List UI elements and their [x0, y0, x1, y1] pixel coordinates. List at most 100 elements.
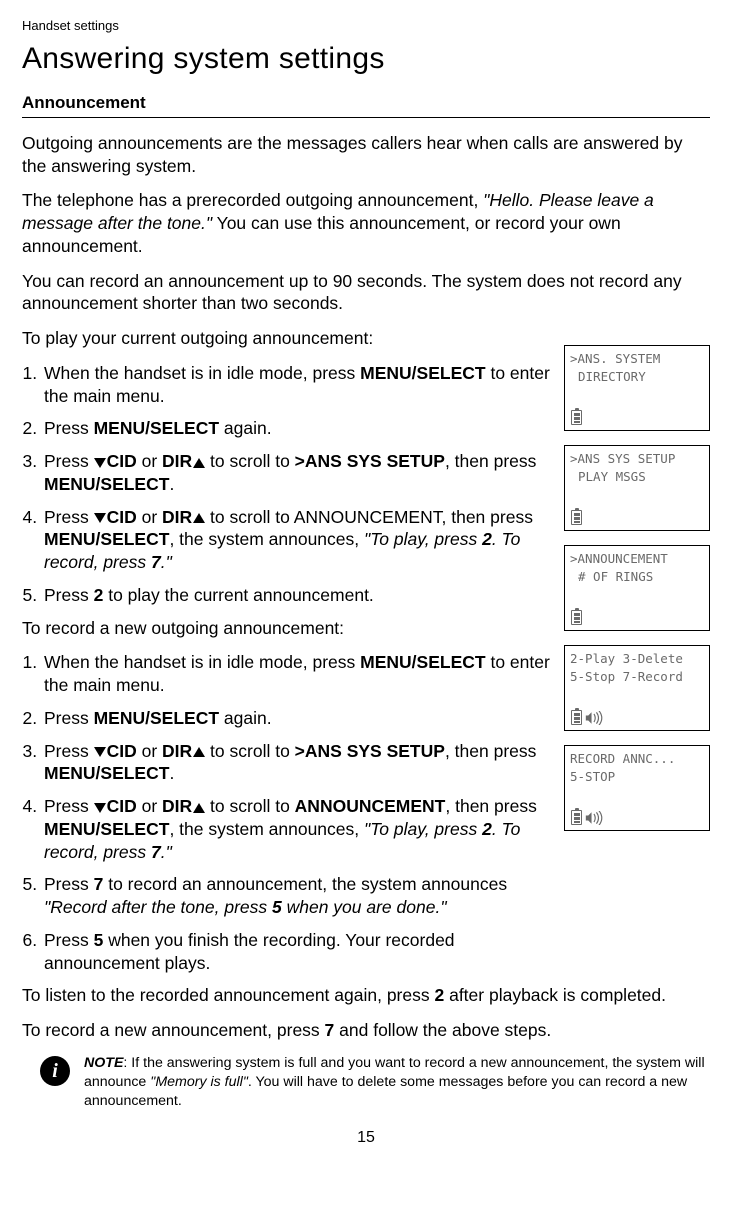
page-title: Answering system settings [22, 39, 710, 78]
menu-label: MENU [94, 708, 146, 728]
select-label: /SELECT [96, 819, 170, 839]
menu-target: ANNOUNCEMENT [295, 796, 446, 816]
select-label: SELECT [417, 363, 486, 383]
cid-label: CID [107, 796, 137, 816]
lcd-screen: RECORD ANNC...5-STOP [564, 745, 710, 831]
text: When the handset is in idle mode, press [44, 652, 360, 672]
battery-icon [571, 710, 582, 725]
text: Press [44, 741, 94, 761]
select-label: /SELECT [96, 529, 170, 549]
menu-label: MENU [44, 763, 96, 783]
lcd-line-2: 5-Stop 7-Record [570, 668, 704, 686]
key-2: 2 [94, 585, 104, 605]
info-icon: i [40, 1056, 70, 1086]
text: again. [219, 418, 272, 438]
list-item: Press CID or DIR to scroll to >ANS SYS S… [42, 450, 567, 496]
intro-para-1: Outgoing announcements are the messages … [22, 132, 710, 178]
lcd-line-2: DIRECTORY [578, 368, 704, 386]
system-prompt: "Record after the tone, press 5 when you… [44, 897, 447, 917]
select-label: /SELECT [96, 474, 170, 494]
menu-label: MENU/ [360, 652, 416, 672]
down-arrow-icon [94, 513, 106, 523]
text: Press [44, 708, 94, 728]
breadcrumb: Handset settings [22, 18, 710, 35]
list-item: Press MENU/SELECT again. [42, 417, 567, 440]
battery-icon [571, 410, 582, 425]
text: To record a new announcement, press [22, 1020, 325, 1040]
lcd-line-1: >ANS SYS SETUP [570, 450, 704, 468]
text: when you finish the recording. Your reco… [44, 930, 455, 973]
dir-label: DIR [162, 451, 192, 471]
lcd-screen: 2-Play 3-Delete5-Stop 7-Record [564, 645, 710, 731]
menu-target: >ANS SYS SETUP [295, 741, 445, 761]
text: When the handset is in idle mode, press [44, 363, 360, 383]
select-label: /SELECT [145, 708, 219, 728]
speaker-icon [585, 811, 603, 825]
speaker-icon [585, 711, 603, 725]
menu-label: MENU/ [360, 363, 416, 383]
cid-label: CID [107, 507, 137, 527]
select-label: /SELECT [96, 763, 170, 783]
text: and follow the above steps. [334, 1020, 551, 1040]
lcd-screen: >ANS. SYSTEMDIRECTORY [564, 345, 710, 431]
text: again. [219, 708, 272, 728]
up-arrow-icon [193, 747, 205, 757]
list-item: Press CID or DIR to scroll to ANNOUNCEME… [42, 506, 567, 574]
list-item: When the handset is in idle mode, press … [42, 651, 567, 697]
text: The telephone has a prerecorded outgoing… [22, 190, 483, 210]
text: or [137, 796, 162, 816]
text: , then press [445, 451, 536, 471]
key-7: 7 [94, 874, 104, 894]
cid-label: CID [107, 451, 137, 471]
text: to record an announcement, the system an… [103, 874, 507, 894]
text: , the system announces, [169, 529, 364, 549]
new-announcement-para: To record a new announcement, press 7 an… [22, 1019, 710, 1042]
text: , then press [442, 507, 533, 527]
lcd-line-1: >ANS. SYSTEM [570, 350, 704, 368]
menu-target: ANNOUNCEMENT [294, 507, 442, 527]
page-number: 15 [22, 1128, 710, 1149]
down-arrow-icon [94, 458, 106, 468]
lcd-status-row [571, 710, 603, 725]
list-item: Press 7 to record an announcement, the s… [42, 873, 567, 919]
text: or [137, 451, 162, 471]
text: Press [44, 451, 94, 471]
dir-label: DIR [162, 796, 192, 816]
text: Press [44, 874, 94, 894]
key-7: 7 [325, 1020, 335, 1040]
text: , the system announces, [169, 819, 364, 839]
play-heading: To play your current outgoing announceme… [22, 327, 567, 350]
list-item: Press CID or DIR to scroll to >ANS SYS S… [42, 740, 567, 786]
up-arrow-icon [193, 458, 205, 468]
note-text: NOTE: If the answering system is full an… [84, 1054, 710, 1112]
list-item: When the handset is in idle mode, press … [42, 362, 567, 408]
lcd-status-row [571, 610, 582, 625]
note-block: i NOTE: If the answering system is full … [22, 1054, 710, 1112]
list-item: Press CID or DIR to scroll to ANNOUNCEME… [42, 795, 567, 863]
list-item: Press MENU/SELECT again. [42, 707, 567, 730]
intro-para-3: You can record an announcement up to 90 … [22, 270, 710, 316]
divider [22, 117, 710, 118]
lcd-line-2: # OF RINGS [578, 568, 704, 586]
menu-label: MENU [44, 819, 96, 839]
text: , then press [445, 741, 536, 761]
lcd-screens-column: >ANS. SYSTEMDIRECTORY>ANS SYS SETUPPLAY … [564, 345, 710, 845]
record-heading: To record a new outgoing announcement: [22, 617, 567, 640]
text: , then press [445, 796, 536, 816]
note-label: NOTE [84, 1055, 123, 1071]
cid-label: CID [107, 741, 137, 761]
battery-icon [571, 610, 582, 625]
list-item: Press 2 to play the current announcement… [42, 584, 567, 607]
down-arrow-icon [94, 747, 106, 757]
up-arrow-icon [193, 513, 205, 523]
intro-para-2: The telephone has a prerecorded outgoing… [22, 189, 710, 257]
text: to scroll to [205, 507, 294, 527]
text: Press [44, 930, 94, 950]
select-label: SELECT [417, 652, 486, 672]
menu-target: >ANS SYS SETUP [295, 451, 445, 471]
select-label: /SELECT [145, 418, 219, 438]
text: Press [44, 507, 94, 527]
record-steps-list: When the handset is in idle mode, press … [22, 651, 567, 974]
text: or [137, 507, 162, 527]
text: . [169, 474, 174, 494]
